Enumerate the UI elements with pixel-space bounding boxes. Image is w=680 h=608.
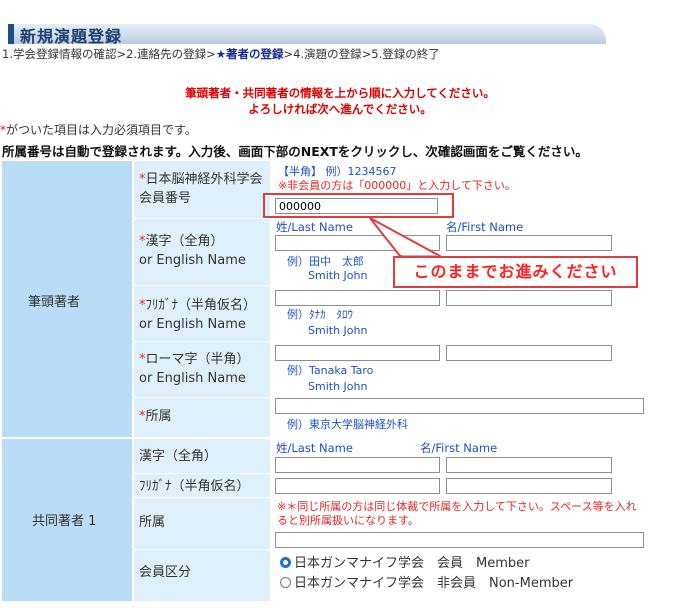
callout-box: このままでお進みください <box>393 256 638 288</box>
callout-arrow <box>369 217 441 259</box>
